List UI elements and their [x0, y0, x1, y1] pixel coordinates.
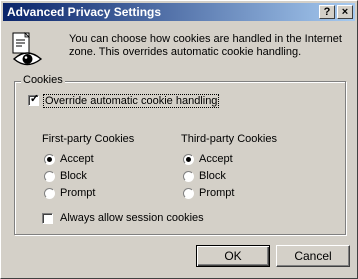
- info-text: You can choose how cookies are handled i…: [69, 33, 342, 58]
- first-party-radio-prompt[interactable]: [44, 188, 55, 199]
- third-party-label-accept[interactable]: Accept: [199, 153, 233, 165]
- first-party-radio-block[interactable]: [44, 171, 55, 182]
- first-party-label-prompt[interactable]: Prompt: [60, 187, 95, 199]
- cancel-button[interactable]: Cancel: [276, 245, 350, 267]
- cookies-group-label: Cookies: [21, 74, 65, 86]
- first-party-label-block[interactable]: Block: [60, 170, 87, 182]
- third-party-heading: Third-party Cookies: [181, 133, 277, 145]
- third-party-radio-block[interactable]: [183, 171, 194, 182]
- advanced-privacy-dialog: Advanced Privacy Settings ? × You can ch…: [0, 0, 358, 279]
- first-party-label-accept[interactable]: Accept: [60, 153, 94, 165]
- session-cookies-checkbox[interactable]: [42, 213, 53, 224]
- close-button[interactable]: ×: [337, 5, 353, 19]
- override-label[interactable]: Override automatic cookie handling: [43, 94, 220, 108]
- third-party-label-prompt[interactable]: Prompt: [199, 187, 234, 199]
- override-checkbox[interactable]: ✓: [28, 93, 40, 106]
- ok-button[interactable]: OK: [196, 245, 270, 267]
- check-mark-icon: ✓: [29, 93, 40, 105]
- third-party-radio-prompt[interactable]: [183, 188, 194, 199]
- help-button[interactable]: ?: [319, 5, 335, 19]
- third-party-radio-accept[interactable]: [183, 154, 194, 165]
- privacy-eye-icon: [12, 32, 43, 66]
- first-party-heading: First-party Cookies: [42, 133, 135, 145]
- radio-dot: [186, 157, 191, 162]
- dialog-title: Advanced Privacy Settings: [7, 5, 162, 19]
- first-party-radio-accept[interactable]: [44, 154, 55, 165]
- session-cookies-label[interactable]: Always allow session cookies: [60, 212, 204, 224]
- title-bar[interactable]: Advanced Privacy Settings ? ×: [3, 3, 355, 21]
- radio-dot: [47, 157, 52, 162]
- third-party-label-block[interactable]: Block: [199, 170, 226, 182]
